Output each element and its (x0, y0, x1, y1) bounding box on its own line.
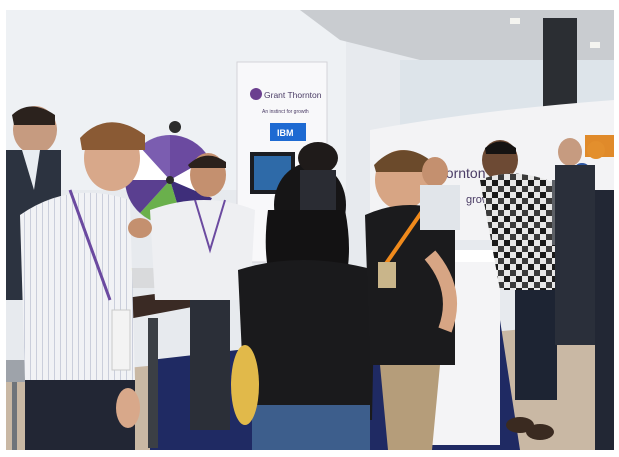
photo-scene: hornton growth Grant Thornton An instinc… (0, 0, 619, 457)
banner-brand-name: Grant Thornton (264, 90, 322, 100)
brand-logo-icon (250, 88, 262, 100)
banner-tagline: An instinct for growth (262, 109, 309, 115)
person-background-dark (298, 142, 338, 210)
sponsor-logo-text: IBM (277, 128, 294, 138)
gear-icon (587, 141, 605, 159)
